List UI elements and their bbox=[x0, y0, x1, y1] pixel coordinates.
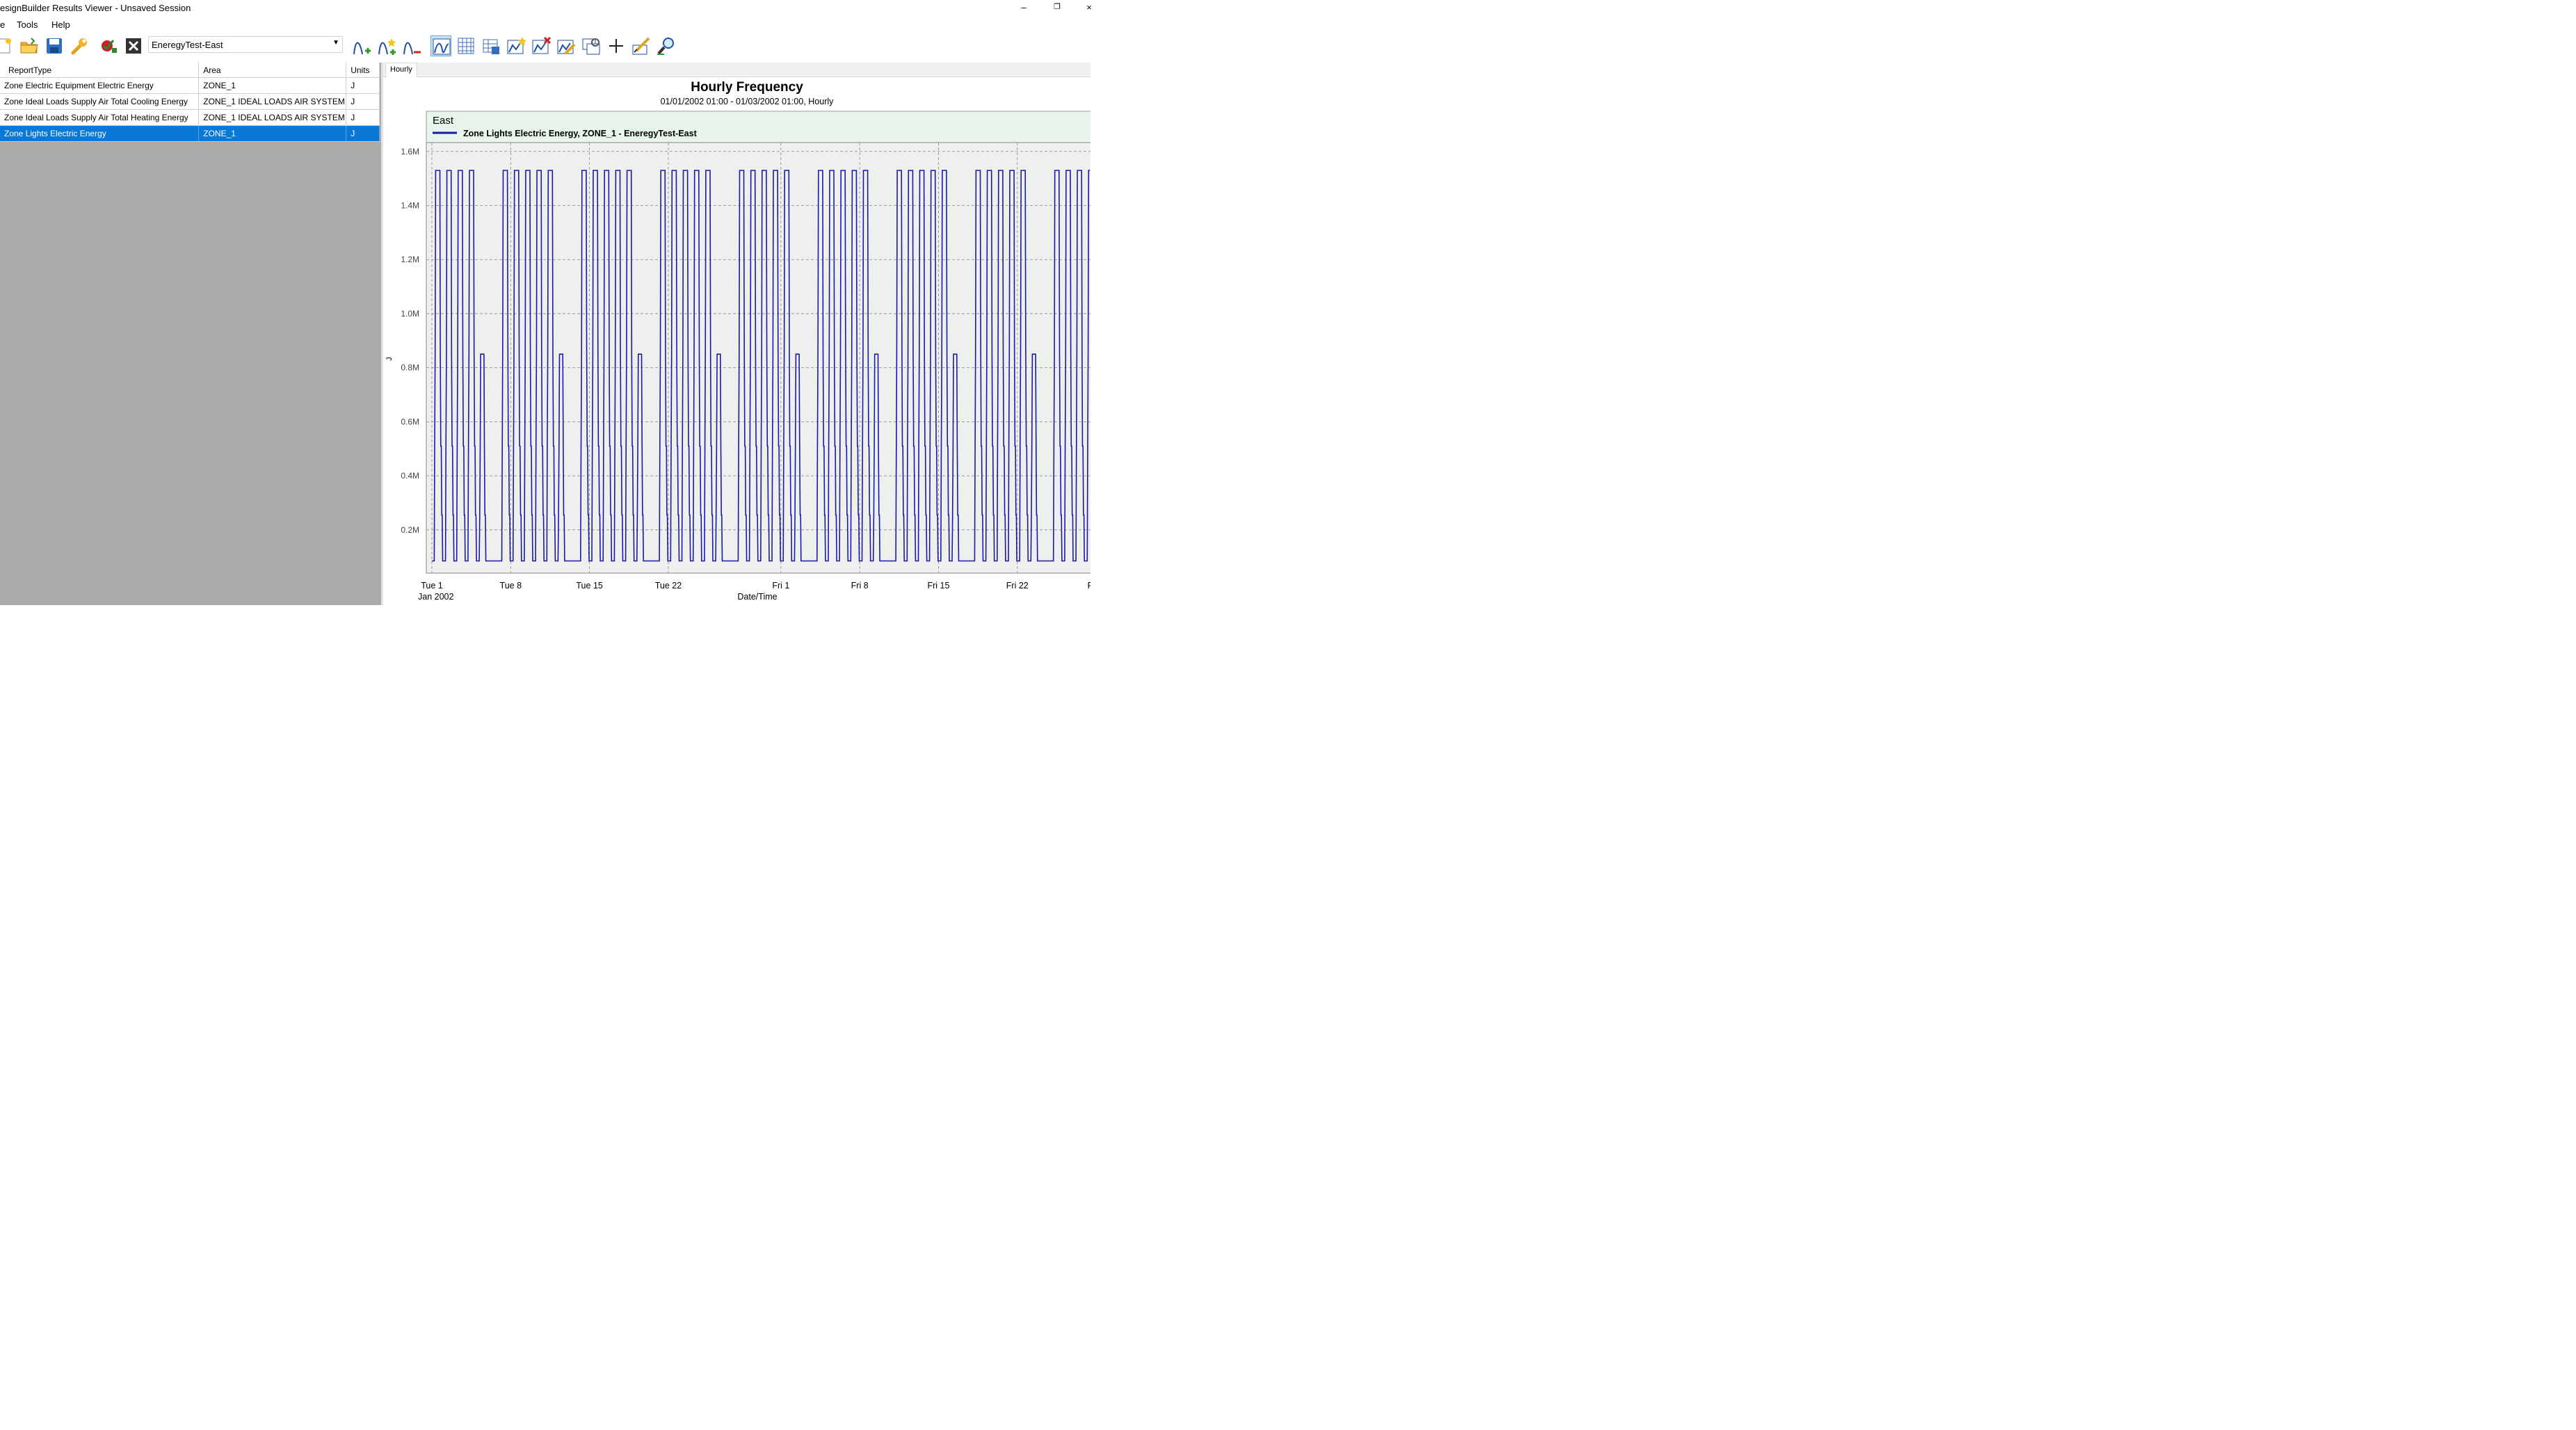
grid-view-icon[interactable] bbox=[456, 35, 476, 56]
cell-reporttype[interactable]: Zone Ideal Loads Supply Air Total Heatin… bbox=[0, 109, 200, 126]
cell-units[interactable]: J bbox=[346, 125, 380, 142]
restore-button[interactable]: ❐ bbox=[1050, 2, 1064, 11]
report-list-panel: ReportType Area Units Zone Electric Equi… bbox=[0, 63, 381, 605]
menu-help[interactable]: Help bbox=[51, 19, 70, 30]
cell-reporttype[interactable]: Zone Electric Equipment Electric Energy bbox=[0, 77, 200, 94]
add-series-star-icon[interactable] bbox=[376, 35, 397, 56]
chart-compare-icon[interactable] bbox=[581, 35, 602, 56]
save-icon[interactable] bbox=[44, 35, 65, 56]
x-axis-ticks: Tue 1 Tue 8 Tue 15 Tue 22 Fri 1 Fri 8 Fri 15 Fr… bbox=[421, 581, 1090, 591]
add-series-icon[interactable] bbox=[351, 35, 372, 56]
chevron-down-icon: ▼ bbox=[332, 39, 339, 47]
minimize-button[interactable]: – bbox=[1017, 2, 1031, 13]
y-tick-label: 1.6M bbox=[401, 147, 419, 156]
dataset-dropdown[interactable]: EneregyTest-East ▼ bbox=[148, 36, 343, 53]
y-tick-label: 0.4M bbox=[401, 471, 419, 481]
table-row[interactable]: Zone Electric Equipment Electric Energy … bbox=[0, 77, 380, 94]
x-tick-label: Tue 15 bbox=[576, 581, 603, 591]
y-tick-label: 0.6M bbox=[401, 417, 419, 426]
table-row[interactable]: Zone Ideal Loads Supply Air Total Coolin… bbox=[0, 93, 380, 110]
toolbar: EneregyTest-East ▼ bbox=[0, 33, 1090, 58]
wrench-icon[interactable] bbox=[69, 35, 90, 56]
menu-tools[interactable]: Tools bbox=[17, 19, 38, 30]
x-tick-label: Fri 1 bbox=[1088, 581, 1090, 591]
table-save-icon[interactable] bbox=[481, 35, 501, 56]
y-tick-label: 1.4M bbox=[401, 200, 419, 210]
column-header-reporttype[interactable]: ReportType bbox=[0, 63, 200, 78]
cell-area[interactable]: ZONE_1 bbox=[198, 77, 347, 94]
legend-series-label: Zone Lights Electric Energy, ZONE_1 - En… bbox=[463, 129, 698, 138]
chart-subtitle: 01/01/2002 01:00 - 01/03/2002 01:00, Hou… bbox=[661, 97, 835, 106]
cell-units[interactable]: J bbox=[346, 77, 380, 94]
table-row-selected[interactable]: Zone Lights Electric Energy ZONE_1 J bbox=[0, 125, 380, 142]
y-axis-label: J bbox=[385, 357, 394, 361]
cell-units[interactable]: J bbox=[346, 93, 380, 110]
chart-view-icon[interactable] bbox=[430, 35, 451, 56]
chart-title: Hourly Frequency bbox=[691, 80, 803, 95]
zoom-icon[interactable] bbox=[656, 35, 677, 56]
title-bar: esignBuilder Results Viewer - Unsaved Se… bbox=[0, 0, 1092, 17]
x-tick-label: Tue 22 bbox=[655, 581, 682, 591]
close-button[interactable]: × bbox=[1082, 2, 1096, 13]
y-axis-ticks: 0.2M 0.4M 0.6M 0.8M 1.0M 1.2M 1.4M 1.6M bbox=[401, 147, 419, 535]
y-tick-label: 1.2M bbox=[401, 255, 419, 264]
cell-reporttype[interactable]: Zone Lights Electric Energy bbox=[0, 125, 200, 142]
cell-reporttype[interactable]: Zone Ideal Loads Supply Air Total Coolin… bbox=[0, 93, 200, 110]
cell-area[interactable]: ZONE_1 bbox=[198, 125, 347, 142]
x-tick-label: Fri 1 bbox=[772, 581, 789, 591]
column-header-units[interactable]: Units bbox=[346, 63, 380, 78]
x-tick-label: Tue 1 bbox=[421, 581, 443, 591]
x-tick-label: Fri 15 bbox=[927, 581, 949, 591]
menu-bar: e Tools Help bbox=[0, 17, 1090, 33]
crosshair-icon[interactable] bbox=[606, 35, 627, 56]
remove-series-icon[interactable] bbox=[401, 35, 422, 56]
cell-area[interactable]: ZONE_1 IDEAL LOADS AIR SYSTEM bbox=[198, 93, 347, 110]
chart: Hourly Frequency 01/01/2002 01:00 - 01/0… bbox=[385, 80, 1090, 602]
chart-edit-icon[interactable] bbox=[556, 35, 577, 56]
cell-units[interactable]: J bbox=[346, 109, 380, 126]
chart-star-icon[interactable] bbox=[506, 35, 526, 56]
window-title: esignBuilder Results Viewer - Unsaved Se… bbox=[0, 3, 191, 13]
x-tick-label: Fri 8 bbox=[851, 581, 869, 591]
y-tick-label: 1.0M bbox=[401, 309, 419, 319]
table-row[interactable]: Zone Ideal Loads Supply Air Total Heatin… bbox=[0, 109, 380, 126]
open-folder-icon[interactable] bbox=[19, 35, 40, 56]
legend-title: East bbox=[433, 115, 454, 127]
cell-area[interactable]: ZONE_1 IDEAL LOADS AIR SYSTEM bbox=[198, 109, 347, 126]
x-axis-label: Date/Time bbox=[737, 592, 777, 602]
report-table: ReportType Area Units Zone Electric Equi… bbox=[0, 63, 380, 142]
x-axis-date-label: Jan 2002 bbox=[418, 592, 453, 602]
column-header-area[interactable]: Area bbox=[198, 63, 347, 78]
menu-file[interactable]: e bbox=[0, 19, 5, 30]
dataset-value: EneregyTest-East bbox=[152, 40, 223, 50]
new-icon[interactable] bbox=[0, 35, 15, 56]
close-x-icon[interactable] bbox=[123, 35, 144, 56]
annotate-icon[interactable] bbox=[631, 35, 652, 56]
check-red-icon[interactable] bbox=[98, 35, 119, 56]
table-header-row: ReportType Area Units bbox=[0, 63, 380, 78]
chart-panel: Hourly Hourly Frequency 01/01/2002 01:00… bbox=[383, 63, 1090, 605]
x-tick-label: Fri 22 bbox=[1006, 581, 1029, 591]
x-tick-label: Tue 8 bbox=[500, 581, 522, 591]
y-tick-label: 0.8M bbox=[401, 363, 419, 373]
chart-delete-icon[interactable] bbox=[531, 35, 552, 56]
y-tick-label: 0.2M bbox=[401, 525, 419, 535]
